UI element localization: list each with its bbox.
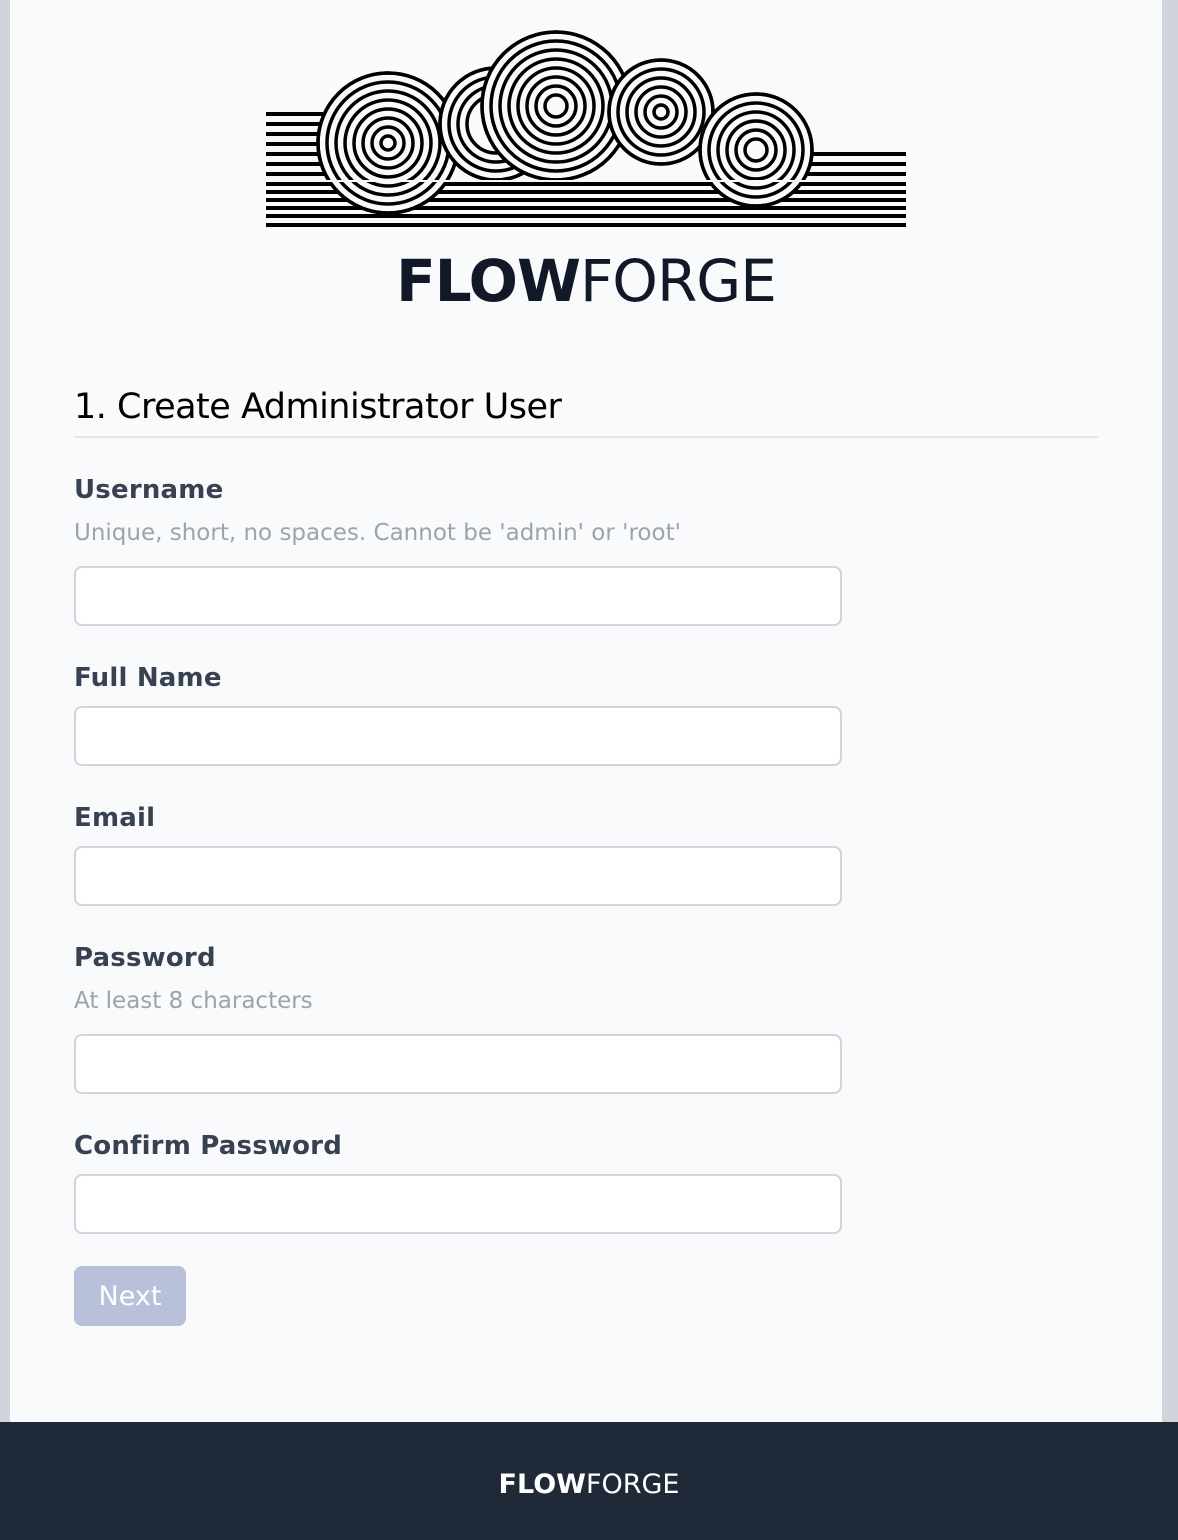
password-input[interactable] [74,1034,842,1094]
cloud-swirl-logo-icon [266,30,906,227]
footer: FLOWFORGE [0,1422,1178,1540]
confirm-password-label: Confirm Password [74,1131,343,1161]
setup-page: FLOWFORGE 1. Create Administrator User U… [10,0,1162,1422]
brand-light: FORGE [579,247,777,315]
username-input[interactable] [74,566,842,626]
footer-brand-bold: FLOW [498,1469,586,1500]
brand-wordmark: FLOWFORGE [10,246,1162,316]
username-label: Username [74,475,224,505]
username-hint: Unique, short, no spaces. Cannot be 'adm… [74,520,681,546]
footer-brand-light: FORGE [585,1469,680,1500]
brand-bold: FLOW [396,247,581,315]
full-name-label: Full Name [74,663,222,693]
footer-brand[interactable]: FLOWFORGE [0,1468,1178,1502]
title-divider [74,436,1098,438]
password-hint: At least 8 characters [74,988,313,1014]
full-name-input[interactable] [74,706,842,766]
next-button[interactable]: Next [74,1266,186,1326]
confirm-password-input[interactable] [74,1174,842,1234]
password-label: Password [74,943,216,973]
email-input[interactable] [74,846,842,906]
email-label: Email [74,803,156,833]
page-title: 1. Create Administrator User [74,387,562,427]
